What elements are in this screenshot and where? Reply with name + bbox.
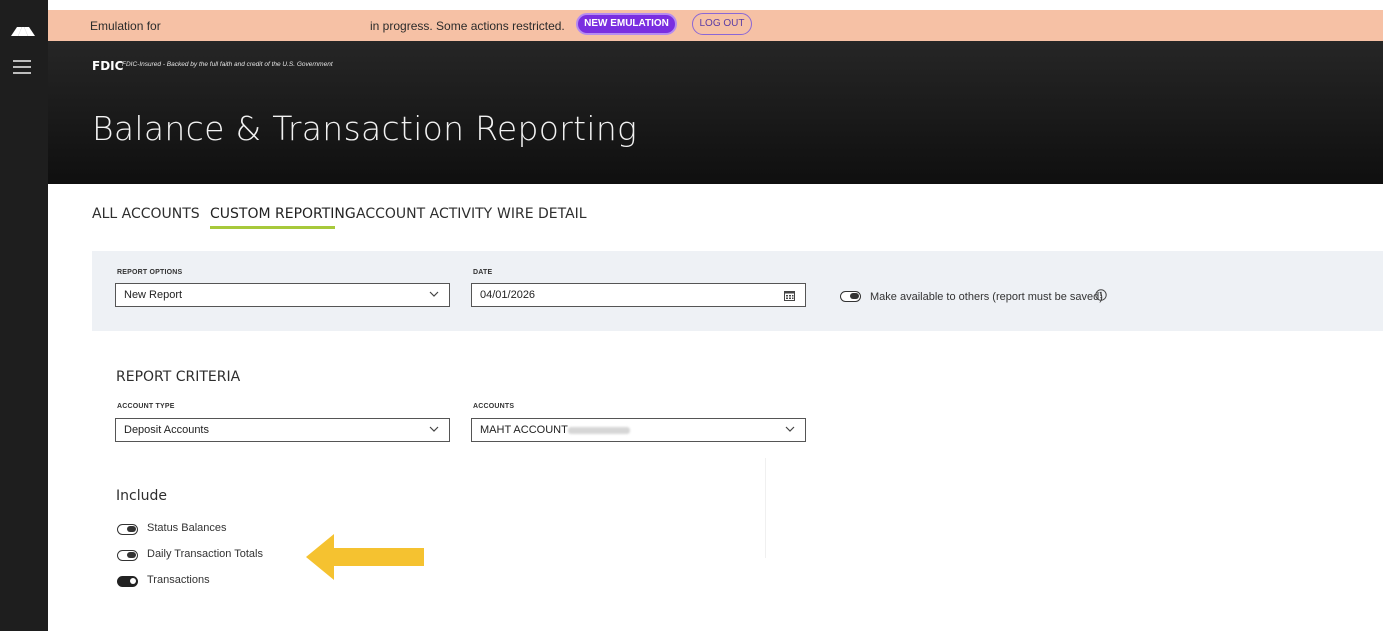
fdic-logo: FDIC bbox=[92, 59, 124, 73]
share-report-label: Make available to others (report must be… bbox=[870, 291, 1103, 303]
active-tab-indicator bbox=[210, 226, 335, 229]
toggle-status-balances[interactable] bbox=[117, 524, 138, 535]
tab-wire-detail[interactable]: WIRE DETAIL bbox=[497, 206, 587, 222]
account-type-select[interactable]: Deposit Accounts bbox=[115, 418, 450, 442]
tab-custom-reporting[interactable]: CUSTOM REPORTING bbox=[210, 206, 356, 222]
chevron-down-icon bbox=[785, 426, 795, 432]
new-emulation-button[interactable]: NEW EMULATION bbox=[576, 13, 677, 35]
emulation-prefix: Emulation for bbox=[90, 19, 161, 33]
accounts-value: MAHT ACCOUNT - bbox=[480, 424, 575, 436]
tab-all-accounts[interactable]: ALL ACCOUNTS bbox=[92, 206, 200, 222]
emulation-status: in progress. Some actions restricted. bbox=[370, 19, 565, 33]
account-type-label: ACCOUNT TYPE bbox=[117, 403, 175, 410]
daily-transaction-totals-label: Daily Transaction Totals bbox=[147, 548, 263, 560]
transactions-label: Transactions bbox=[147, 574, 210, 586]
fdic-tagline: FDIC-Insured - Backed by the full faith … bbox=[122, 61, 333, 68]
toggle-transactions[interactable] bbox=[117, 576, 138, 587]
report-options-select[interactable]: New Report bbox=[115, 283, 450, 307]
accounts-select[interactable]: MAHT ACCOUNT - bbox=[471, 418, 806, 442]
date-input[interactable]: 04/01/2026 bbox=[471, 283, 806, 307]
emulation-banner: Emulation for in progress. Some actions … bbox=[48, 10, 1383, 41]
menu-icon[interactable] bbox=[13, 60, 31, 74]
left-rail bbox=[0, 0, 48, 631]
tab-account-activity[interactable]: ACCOUNT ACTIVITY bbox=[356, 206, 492, 222]
redacted-account-number bbox=[568, 427, 630, 434]
info-icon[interactable] bbox=[1095, 289, 1107, 301]
chevron-down-icon bbox=[429, 291, 439, 297]
status-balances-label: Status Balances bbox=[147, 522, 227, 534]
toggle-daily-transaction-totals[interactable] bbox=[117, 550, 138, 561]
calendar-icon[interactable] bbox=[784, 290, 795, 301]
share-report-toggle[interactable] bbox=[840, 291, 861, 302]
accounts-label: ACCOUNTS bbox=[473, 403, 515, 410]
date-value: 04/01/2026 bbox=[480, 289, 536, 301]
report-criteria-title: REPORT CRITERIA bbox=[116, 369, 241, 385]
app-logo-icon bbox=[11, 27, 35, 36]
chevron-down-icon bbox=[429, 426, 439, 432]
page-header: FDIC FDIC-Insured - Backed by the full f… bbox=[48, 41, 1383, 184]
date-label: DATE bbox=[473, 269, 493, 276]
page-title: Balance & Transaction Reporting bbox=[92, 109, 638, 148]
report-options-value: New Report bbox=[124, 289, 183, 301]
report-options-label: REPORT OPTIONS bbox=[117, 269, 183, 276]
include-title: Include bbox=[116, 488, 167, 504]
account-type-value: Deposit Accounts bbox=[124, 424, 209, 436]
highlight-arrow-icon bbox=[306, 534, 424, 580]
divider bbox=[765, 458, 766, 558]
logout-button[interactable]: LOG OUT bbox=[692, 13, 752, 35]
